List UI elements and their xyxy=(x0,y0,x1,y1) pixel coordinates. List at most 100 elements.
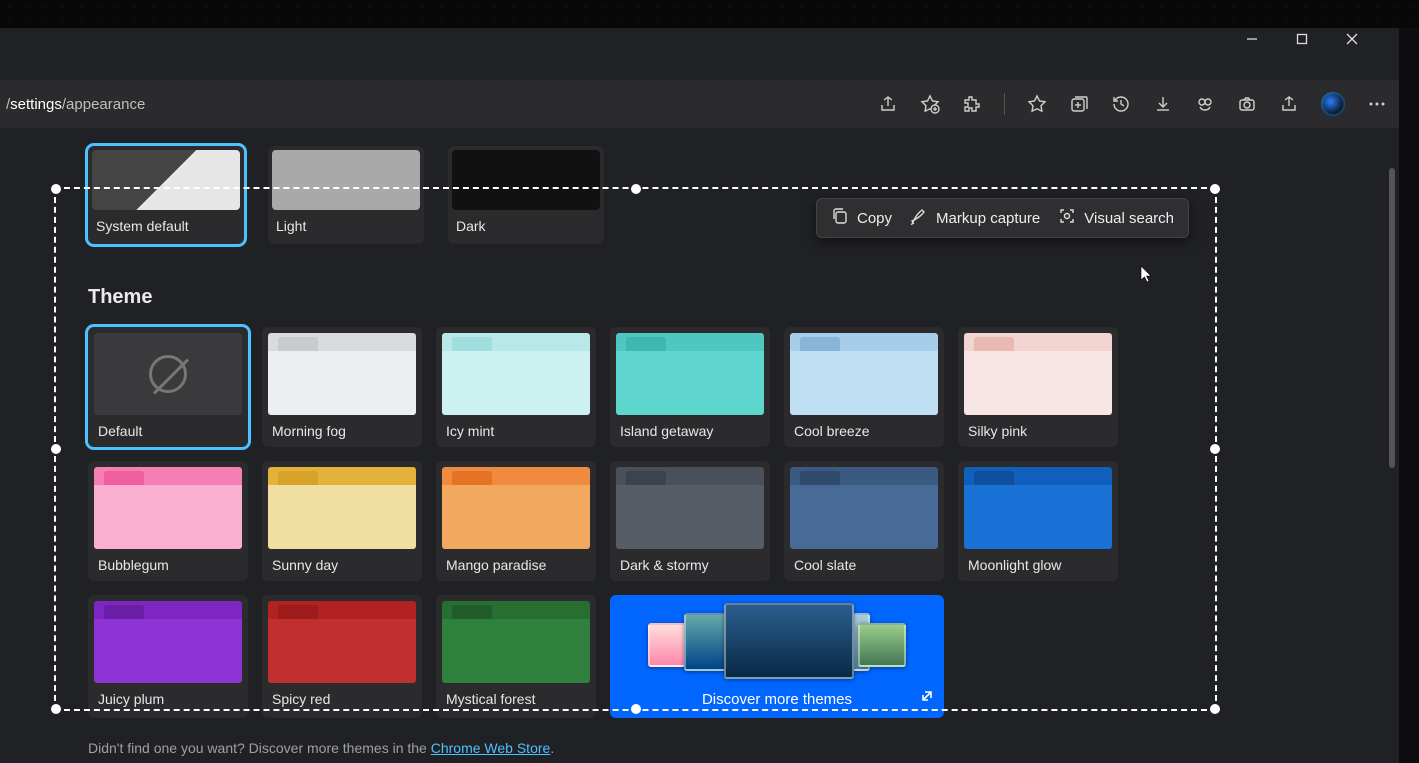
theme-preview xyxy=(268,601,416,683)
capture-markup-label: Markup capture xyxy=(936,210,1040,227)
theme-preview xyxy=(442,467,590,549)
browser-window: / settings / appearance System default Li… xyxy=(0,28,1399,763)
theme-card[interactable]: Mango paradise xyxy=(436,461,596,581)
theme-preview xyxy=(94,333,242,415)
theme-label: Spicy red xyxy=(268,683,416,707)
downloads-icon[interactable] xyxy=(1153,94,1173,114)
theme-preview xyxy=(790,333,938,415)
theme-card[interactable]: Mystical forest xyxy=(436,595,596,718)
theme-card[interactable]: Icy mint xyxy=(436,327,596,447)
profile-avatar[interactable] xyxy=(1321,92,1345,116)
open-external-icon xyxy=(920,689,934,708)
capture-copy-button[interactable]: Copy xyxy=(831,207,892,229)
footer-prefix: Didn't find one you want? Discover more … xyxy=(88,740,431,756)
address-toolbar: / settings / appearance xyxy=(0,80,1399,128)
favorite-add-icon[interactable] xyxy=(920,94,940,114)
theme-preview xyxy=(94,467,242,549)
theme-gallery-thumb xyxy=(858,623,906,667)
theme-card[interactable]: Juicy plum xyxy=(88,595,248,718)
theme-card[interactable]: Island getaway xyxy=(610,327,770,447)
theme-card[interactable]: Bubblegum xyxy=(88,461,248,581)
theme-heading: Theme xyxy=(88,286,1399,309)
minimize-button[interactable] xyxy=(1245,32,1259,46)
visual-search-icon xyxy=(1058,207,1076,229)
share-icon[interactable] xyxy=(878,94,898,114)
theme-label: Cool slate xyxy=(790,549,938,573)
discover-more-label: Discover more themes xyxy=(620,691,934,708)
overall-look-option[interactable]: System default xyxy=(88,146,244,244)
theme-card[interactable]: Cool breeze xyxy=(784,327,944,447)
chrome-web-store-link[interactable]: Chrome Web Store xyxy=(431,740,551,756)
theme-card[interactable]: Moonlight glow xyxy=(958,461,1118,581)
theme-preview xyxy=(268,467,416,549)
footer-cws-line: Didn't find one you want? Discover more … xyxy=(88,740,1399,756)
capture-toolbar: Copy Markup capture Visual search xyxy=(816,198,1189,238)
toolbar-actions xyxy=(878,92,1387,116)
theme-label: Mystical forest xyxy=(442,683,590,707)
capture-markup-button[interactable]: Markup capture xyxy=(910,207,1040,229)
pen-icon xyxy=(910,207,928,229)
theme-preview xyxy=(964,467,1112,549)
history-icon[interactable] xyxy=(1111,94,1131,114)
theme-preview xyxy=(616,333,764,415)
theme-preview xyxy=(790,467,938,549)
more-icon[interactable] xyxy=(1367,94,1387,114)
theme-card[interactable]: Silky pink xyxy=(958,327,1118,447)
theme-card[interactable]: Cool slate xyxy=(784,461,944,581)
collections-icon[interactable] xyxy=(1069,94,1089,114)
capture-copy-label: Copy xyxy=(857,210,892,227)
settings-content: System default Light Dark Theme Default Mor… xyxy=(0,128,1399,763)
url-segment-appearance: appearance xyxy=(66,96,145,113)
overall-look-label: Light xyxy=(268,214,424,238)
share-page-icon[interactable] xyxy=(1279,94,1299,114)
overall-look-label: Dark xyxy=(448,214,604,238)
theme-preview xyxy=(268,333,416,415)
overall-look-label: System default xyxy=(88,214,244,238)
overall-look-preview xyxy=(452,150,600,210)
theme-label: Sunny day xyxy=(268,549,416,573)
theme-card[interactable]: Dark & stormy xyxy=(610,461,770,581)
no-theme-icon xyxy=(149,355,187,393)
close-button[interactable] xyxy=(1345,32,1359,46)
theme-label: Mango paradise xyxy=(442,549,590,573)
capture-visual-search-label: Visual search xyxy=(1084,210,1174,227)
copy-icon xyxy=(831,207,849,229)
overall-look-option[interactable]: Light xyxy=(268,146,424,244)
screenshot-icon[interactable] xyxy=(1237,94,1257,114)
theme-label: Juicy plum xyxy=(94,683,242,707)
theme-preview xyxy=(964,333,1112,415)
theme-label: Moonlight glow xyxy=(964,549,1112,573)
theme-preview xyxy=(94,601,242,683)
footer-suffix: . xyxy=(550,740,554,756)
theme-card[interactable]: Spicy red xyxy=(262,595,422,718)
theme-card[interactable]: Morning fog xyxy=(262,327,422,447)
capture-visual-search-button[interactable]: Visual search xyxy=(1058,207,1174,229)
overall-look-option[interactable]: Dark xyxy=(448,146,604,244)
theme-card[interactable]: Default xyxy=(88,327,248,447)
maximize-button[interactable] xyxy=(1295,32,1309,46)
overall-look-preview xyxy=(92,150,240,210)
discover-more-themes-card[interactable]: Discover more themes xyxy=(610,595,944,718)
window-controls xyxy=(1245,32,1359,46)
theme-label: Island getaway xyxy=(616,415,764,439)
overall-appearance-row: System default Light Dark xyxy=(88,146,1399,244)
theme-preview xyxy=(616,467,764,549)
performance-icon[interactable] xyxy=(1195,94,1215,114)
mouse-cursor xyxy=(1140,265,1154,285)
url-segment-settings: settings xyxy=(10,96,62,113)
theme-label: Silky pink xyxy=(964,415,1112,439)
desktop-wallpaper-strip xyxy=(0,0,1419,28)
theme-label: Morning fog xyxy=(268,415,416,439)
theme-card[interactable]: Sunny day xyxy=(262,461,422,581)
extensions-icon[interactable] xyxy=(962,94,982,114)
theme-grid: Default Morning fog Icy mint Island getaway… xyxy=(88,327,1399,718)
address-bar[interactable]: / settings / appearance xyxy=(6,90,145,119)
theme-label: Default xyxy=(94,415,242,439)
theme-label: Icy mint xyxy=(442,415,590,439)
toolbar-separator xyxy=(1004,93,1005,115)
vertical-scrollbar[interactable] xyxy=(1389,168,1395,468)
theme-label: Cool breeze xyxy=(790,415,938,439)
theme-label: Bubblegum xyxy=(94,549,242,573)
theme-preview xyxy=(442,333,590,415)
favorites-icon[interactable] xyxy=(1027,94,1047,114)
